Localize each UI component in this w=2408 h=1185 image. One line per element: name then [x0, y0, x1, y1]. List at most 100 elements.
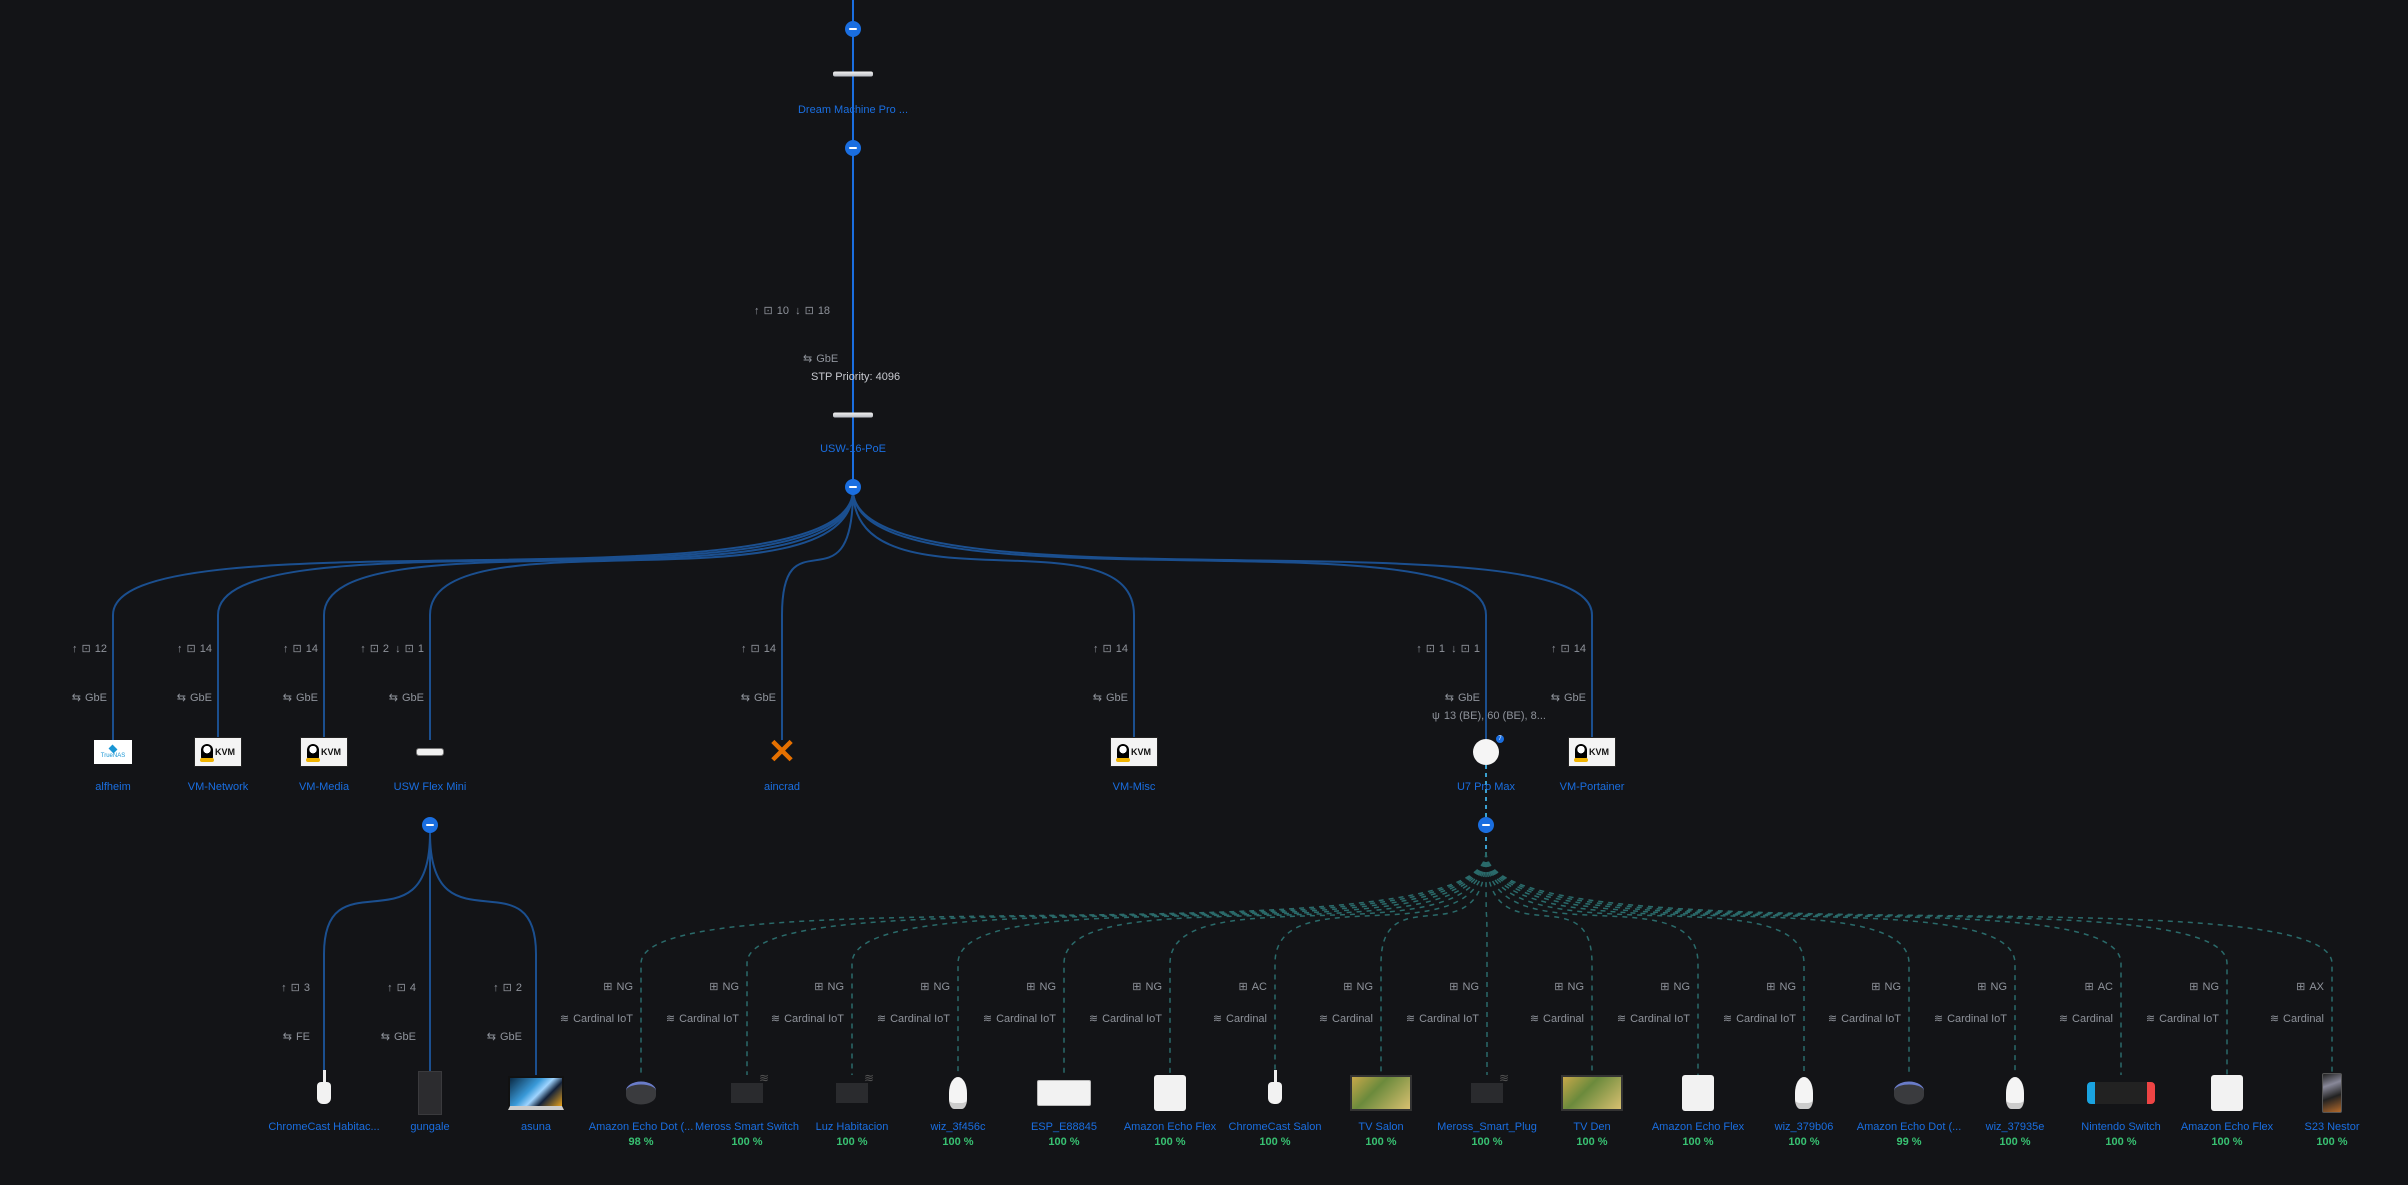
echo-flex-icon[interactable]: [1154, 1075, 1186, 1111]
collapse-toggle-access-point[interactable]: [1478, 817, 1494, 833]
device-node[interactable]: U7 Pro Max: [1457, 781, 1515, 793]
truenas-icon[interactable]: TrueNAS: [94, 740, 132, 764]
bulb-icon[interactable]: [949, 1077, 967, 1109]
node-name[interactable]: VM-Network: [188, 781, 249, 793]
node-name[interactable]: wiz_37935e: [1986, 1121, 2045, 1133]
kvm-icon[interactable]: KVM: [1110, 737, 1158, 767]
laptop-icon[interactable]: [508, 1076, 564, 1110]
device-node[interactable]: gungale: [410, 1121, 449, 1133]
smart-plug-icon[interactable]: [1471, 1071, 1509, 1103]
device-node[interactable]: Amazon Echo Flex 100 %: [1652, 1121, 1744, 1148]
node-name[interactable]: TV Den: [1573, 1121, 1610, 1133]
device-node[interactable]: ChromeCast Salon 100 %: [1229, 1121, 1322, 1148]
node-name[interactable]: ChromeCast Habitac...: [268, 1121, 379, 1133]
tower-pc-icon[interactable]: [418, 1071, 442, 1115]
node-name[interactable]: USW-16-PoE: [820, 443, 886, 455]
smart-plug-icon[interactable]: [731, 1071, 769, 1103]
rack-switch-icon[interactable]: [833, 412, 873, 418]
wired-link: [852, 489, 1487, 740]
collapse-toggle-upstream[interactable]: [845, 21, 861, 37]
node-name[interactable]: S23 Nestor: [2304, 1121, 2359, 1133]
device-node[interactable]: alfheim: [95, 781, 130, 793]
node-name[interactable]: Amazon Echo Flex: [1124, 1121, 1216, 1133]
device-node[interactable]: Meross Smart Switch 100 %: [695, 1121, 799, 1148]
device-node[interactable]: wiz_379b06 100 %: [1775, 1121, 1834, 1148]
node-name[interactable]: wiz_379b06: [1775, 1121, 1834, 1133]
node-name[interactable]: ESP_E88845: [1031, 1121, 1097, 1133]
port-icon: ⊡: [396, 982, 406, 994]
bulb-icon[interactable]: [1795, 1077, 1813, 1109]
proxmox-icon[interactable]: ✕: [768, 735, 797, 769]
phone-icon[interactable]: [2322, 1073, 2342, 1113]
collapse-toggle-gateway[interactable]: [845, 140, 861, 156]
kvm-icon[interactable]: KVM: [194, 737, 242, 767]
game-console-icon[interactable]: [2087, 1082, 2155, 1104]
device-node[interactable]: wiz_3f456c 100 %: [930, 1121, 985, 1148]
device-node[interactable]: VM-Media: [299, 781, 349, 793]
node-name[interactable]: alfheim: [95, 781, 130, 793]
device-node[interactable]: VM-Network: [188, 781, 249, 793]
tv-icon[interactable]: [1350, 1075, 1412, 1111]
smart-plug-icon[interactable]: [836, 1071, 874, 1103]
device-node[interactable]: ESP_E88845 100 %: [1031, 1121, 1097, 1148]
node-name[interactable]: VM-Media: [299, 781, 349, 793]
chromecast-icon[interactable]: [317, 1070, 331, 1104]
core-switch-node[interactable]: USW-16-PoE: [820, 443, 886, 455]
node-name[interactable]: U7 Pro Max: [1457, 781, 1515, 793]
node-name[interactable]: wiz_3f456c: [930, 1121, 985, 1133]
ssid: ≋ Cardinal IoT: [665, 1013, 739, 1025]
device-node[interactable]: Meross_Smart_Plug 100 %: [1437, 1121, 1537, 1148]
device-node[interactable]: TV Den 100 %: [1573, 1121, 1610, 1148]
radio-chip-icon: ⊞: [1449, 981, 1459, 993]
device-node[interactable]: Amazon Echo Flex 100 %: [1124, 1121, 1216, 1148]
tv-icon[interactable]: [1561, 1075, 1623, 1111]
node-name[interactable]: Dream Machine Pro ...: [798, 104, 908, 116]
device-node[interactable]: wiz_37935e 100 %: [1986, 1121, 2045, 1148]
access-point-icon[interactable]: 7: [1473, 735, 1504, 765]
node-name[interactable]: Amazon Echo Dot (...: [589, 1121, 694, 1133]
power-strip-icon[interactable]: [1037, 1080, 1091, 1106]
node-name[interactable]: gungale: [410, 1121, 449, 1133]
gateway-node[interactable]: Dream Machine Pro ...: [798, 104, 908, 116]
node-name[interactable]: asuna: [521, 1121, 551, 1133]
echo-flex-icon[interactable]: [2211, 1075, 2243, 1111]
device-node[interactable]: VM-Portainer: [1560, 781, 1625, 793]
rack-gateway-icon[interactable]: [833, 71, 873, 77]
node-name[interactable]: Meross Smart Switch: [695, 1121, 799, 1133]
device-node[interactable]: asuna: [521, 1121, 551, 1133]
node-name[interactable]: Amazon Echo Flex: [2181, 1121, 2273, 1133]
node-name[interactable]: Luz Habitacion: [816, 1121, 889, 1133]
device-node[interactable]: Luz Habitacion 100 %: [816, 1121, 889, 1148]
node-name[interactable]: TV Salon: [1358, 1121, 1403, 1133]
node-name[interactable]: aincrad: [764, 781, 800, 793]
device-node[interactable]: aincrad: [764, 781, 800, 793]
node-name[interactable]: USW Flex Mini: [394, 781, 467, 793]
node-name[interactable]: Nintendo Switch: [2081, 1121, 2161, 1133]
kvm-icon[interactable]: KVM: [300, 737, 348, 767]
device-node[interactable]: ChromeCast Habitac...: [268, 1121, 379, 1133]
node-name[interactable]: Meross_Smart_Plug: [1437, 1121, 1537, 1133]
flex-mini-switch-icon[interactable]: [416, 748, 444, 756]
device-node[interactable]: Amazon Echo Dot (... 98 %: [589, 1121, 694, 1148]
device-node[interactable]: VM-Misc: [1113, 781, 1156, 793]
collapse-toggle-flex-mini[interactable]: [422, 817, 438, 833]
device-node[interactable]: TV Salon 100 %: [1358, 1121, 1403, 1148]
node-name[interactable]: ChromeCast Salon: [1229, 1121, 1322, 1133]
device-node[interactable]: S23 Nestor 100 %: [2304, 1121, 2359, 1148]
device-node[interactable]: Amazon Echo Dot (... 99 %: [1857, 1121, 1962, 1148]
chromecast-icon[interactable]: [1268, 1070, 1282, 1104]
echo-flex-icon[interactable]: [1682, 1075, 1714, 1111]
echo-dot-icon[interactable]: [1894, 1081, 1924, 1105]
kvm-icon[interactable]: KVM: [1568, 737, 1616, 767]
node-name[interactable]: Amazon Echo Flex: [1652, 1121, 1744, 1133]
node-name[interactable]: VM-Portainer: [1560, 781, 1625, 793]
collapse-toggle-core-switch[interactable]: [845, 479, 861, 495]
device-node[interactable]: Amazon Echo Flex 100 %: [2181, 1121, 2273, 1148]
device-node[interactable]: USW Flex Mini: [394, 781, 467, 793]
node-name[interactable]: VM-Misc: [1113, 781, 1156, 793]
node-name[interactable]: Amazon Echo Dot (...: [1857, 1121, 1962, 1133]
device-node[interactable]: Nintendo Switch 100 %: [2081, 1121, 2161, 1148]
port-number: 14: [1573, 643, 1586, 655]
bulb-icon[interactable]: [2006, 1077, 2024, 1109]
echo-dot-icon[interactable]: [626, 1081, 656, 1105]
